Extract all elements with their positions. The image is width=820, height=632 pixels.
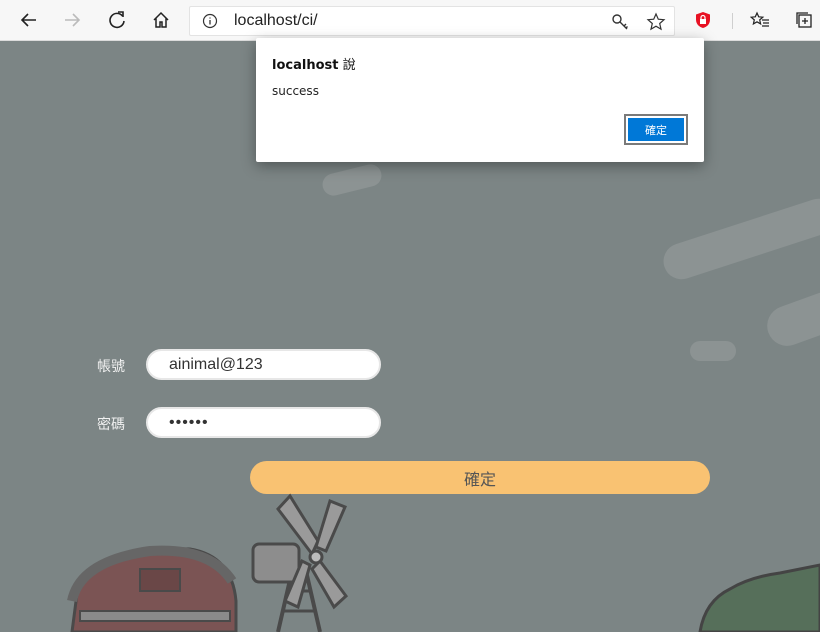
browser-toolbar: localhost/ci/ <box>0 0 820 41</box>
dialog-says: 說 <box>342 58 356 73</box>
dialog-host: localhost <box>272 58 339 73</box>
site-info-icon[interactable] <box>202 13 218 33</box>
alert-dialog: localhost 說 success 確定 <box>256 38 704 162</box>
toolbar-separator <box>732 13 733 29</box>
dialog-ok-button[interactable]: 確定 <box>624 114 688 145</box>
url-text[interactable]: localhost/ci/ <box>234 12 318 30</box>
shield-icon[interactable] <box>687 4 719 36</box>
dialog-title: localhost 說 <box>272 54 356 73</box>
favorites-icon[interactable] <box>744 4 776 36</box>
home-icon[interactable] <box>145 4 177 36</box>
dialog-message: success <box>272 84 319 98</box>
back-arrow-icon[interactable] <box>13 4 45 36</box>
address-bar[interactable]: localhost/ci/ <box>189 6 675 36</box>
star-icon[interactable] <box>646 12 666 36</box>
forward-arrow-icon[interactable] <box>56 4 88 36</box>
refresh-icon[interactable] <box>101 4 133 36</box>
key-icon[interactable] <box>610 12 630 36</box>
dialog-ok-label[interactable]: 確定 <box>628 118 684 141</box>
collections-icon[interactable] <box>788 4 820 36</box>
